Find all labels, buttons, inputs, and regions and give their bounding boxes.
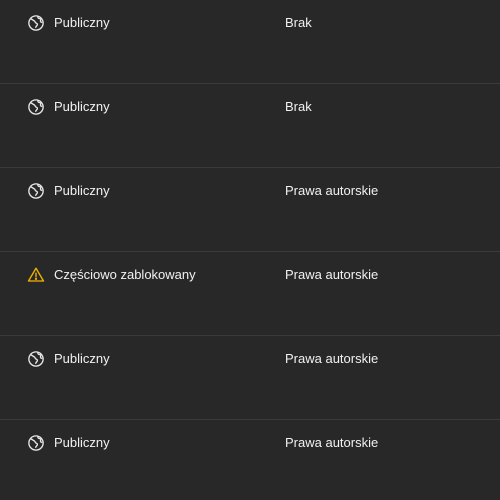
globe-icon [27,434,45,452]
video-row[interactable]: Publiczny Prawa autorskie [0,420,500,500]
restrictions-label: Prawa autorskie [285,267,379,282]
globe-icon [27,98,45,116]
visibility-label: Częściowo zablokowany [54,267,196,282]
video-row[interactable]: Częściowo zablokowany Prawa autorskie [0,252,500,336]
video-row[interactable]: Publiczny Brak [0,0,500,84]
warning-icon [27,266,45,284]
globe-icon [27,14,45,32]
restrictions-label: Prawa autorskie [285,435,379,450]
video-row[interactable]: Publiczny Prawa autorskie [0,168,500,252]
visibility-label: Publiczny [54,15,110,30]
visibility-cell[interactable]: Publiczny [27,433,110,453]
video-row[interactable]: Publiczny Brak [0,84,500,168]
video-row[interactable]: Publiczny Prawa autorskie [0,336,500,420]
restrictions-label: Brak [285,99,312,114]
visibility-label: Publiczny [54,435,110,450]
visibility-label: Publiczny [54,351,110,366]
visibility-label: Publiczny [54,99,110,114]
visibility-cell[interactable]: Publiczny [27,13,110,33]
globe-icon [27,182,45,200]
video-list: Publiczny Brak Publiczny Brak Publiczny … [0,0,500,500]
visibility-label: Publiczny [54,183,110,198]
visibility-cell[interactable]: Publiczny [27,349,110,369]
restrictions-label: Prawa autorskie [285,183,379,198]
globe-icon [27,350,45,368]
restrictions-label: Prawa autorskie [285,351,379,366]
visibility-cell[interactable]: Publiczny [27,97,110,117]
visibility-cell[interactable]: Częściowo zablokowany [27,265,196,285]
visibility-cell[interactable]: Publiczny [27,181,110,201]
restrictions-label: Brak [285,15,312,30]
